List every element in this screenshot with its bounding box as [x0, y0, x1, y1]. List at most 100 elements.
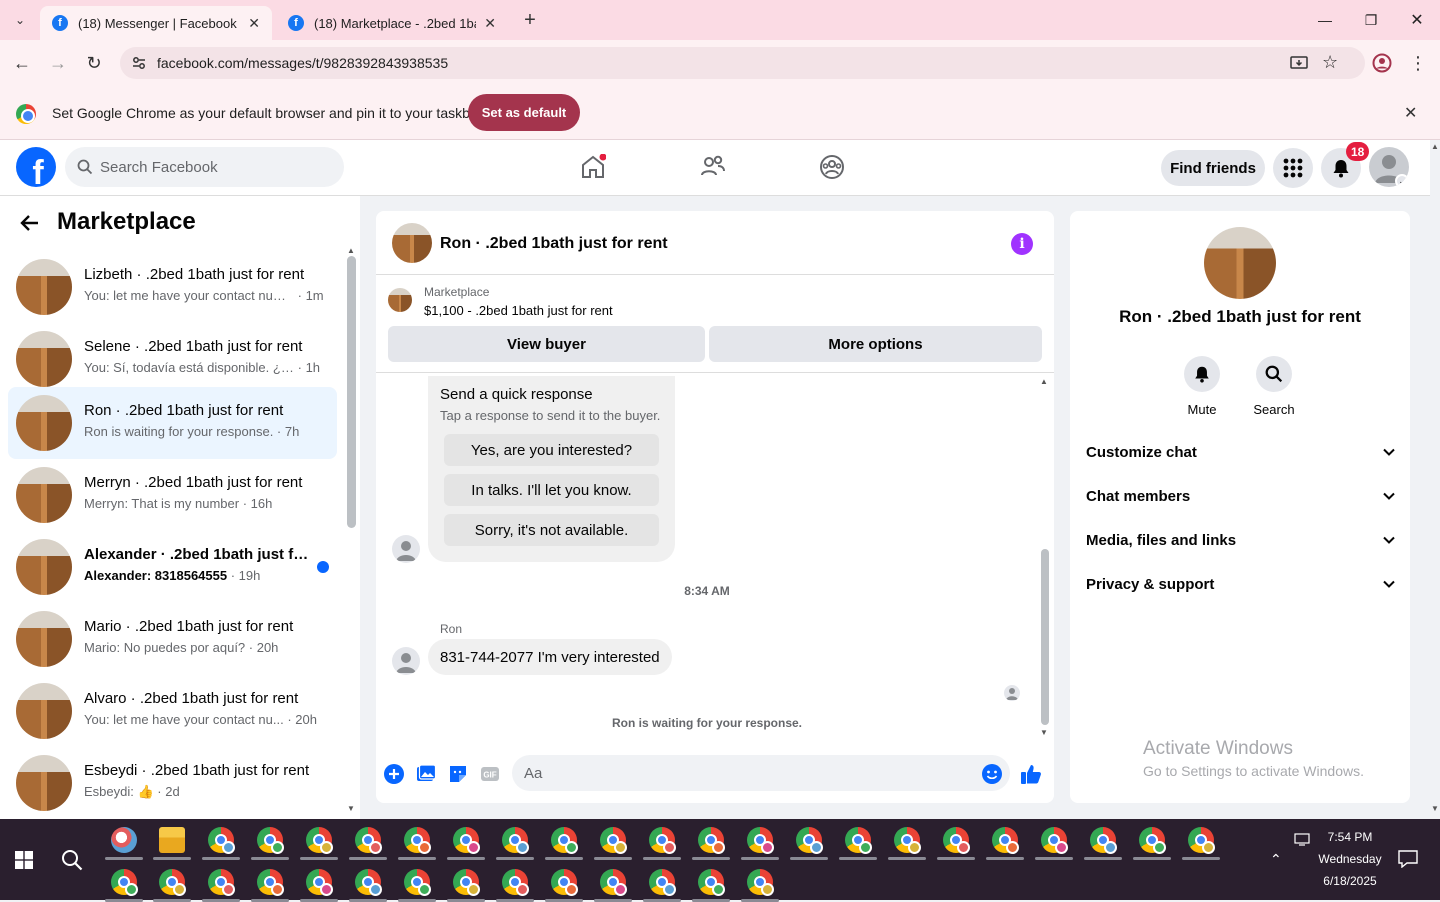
chrome-taskbar-icon[interactable]	[796, 827, 823, 854]
quick-response-interested-button[interactable]: Yes, are you interested?	[444, 434, 659, 466]
chrome-taskbar-icon[interactable]	[208, 827, 235, 854]
window-close-icon[interactable]: ✕	[1397, 6, 1437, 34]
chat-scrollbar[interactable]	[1041, 549, 1049, 725]
listing-price-title[interactable]: $1,100 - .2bed 1bath just for rent	[424, 303, 613, 318]
listing-thumbnail[interactable]	[1204, 227, 1276, 299]
chat-title[interactable]: Ron · .2bed 1bath just for rent	[440, 235, 668, 253]
facebook-logo-icon[interactable]: f	[16, 147, 56, 187]
chrome-taskbar-icon[interactable]	[943, 827, 970, 854]
chrome-taskbar-icon[interactable]	[649, 827, 676, 854]
conversation-item[interactable]: Lizbeth · .2bed 1bath just for rent You:…	[8, 251, 337, 323]
sender-avatar[interactable]	[392, 647, 420, 675]
chrome-taskbar-icon[interactable]	[747, 869, 774, 896]
chrome-taskbar-icon[interactable]	[306, 827, 333, 854]
sender-avatar[interactable]	[392, 535, 420, 563]
chrome-taskbar-icon[interactable]	[698, 869, 725, 896]
gif-icon[interactable]: GIF	[479, 763, 501, 785]
menu-grid-icon[interactable]	[1273, 148, 1313, 188]
conversation-item-unread[interactable]: Alexander · .2bed 1bath just fo... Alexa…	[8, 531, 337, 603]
back-arrow-icon[interactable]	[20, 213, 40, 233]
home-icon[interactable]	[576, 150, 610, 184]
chat-members-section[interactable]: Chat members	[1086, 474, 1396, 518]
like-thumbs-up-icon[interactable]	[1020, 763, 1042, 785]
chrome-taskbar-icon[interactable]	[355, 827, 382, 854]
conversation-list-scrollbar[interactable]	[347, 256, 356, 528]
chrome-taskbar-icon[interactable]	[208, 869, 235, 896]
tab-search-chevron-icon[interactable]: ⌄	[6, 6, 34, 34]
network-icon[interactable]	[1294, 831, 1310, 847]
sticker-icon[interactable]	[447, 763, 469, 785]
chrome-taskbar-icon[interactable]	[453, 827, 480, 854]
scroll-down-icon[interactable]: ▼	[347, 804, 355, 813]
message-bubble[interactable]: 831-744-2077 I'm very interested	[428, 639, 672, 675]
more-actions-plus-icon[interactable]	[383, 763, 405, 785]
tab-close-icon[interactable]: ✕	[248, 15, 260, 32]
groups-icon[interactable]	[815, 150, 849, 184]
tray-chevron-up-icon[interactable]: ⌃	[1270, 851, 1282, 868]
taskbar-day[interactable]: Wednesday	[1310, 852, 1390, 866]
windows-start-icon[interactable]	[15, 851, 33, 869]
scroll-up-icon[interactable]: ▲	[347, 246, 355, 255]
taskbar-time[interactable]: 7:54 PM	[1318, 830, 1382, 844]
chrome-taskbar-icon[interactable]	[747, 827, 774, 854]
bookmark-star-icon[interactable]: ☆	[1322, 52, 1338, 73]
chrome-taskbar-icon[interactable]	[698, 827, 725, 854]
quick-response-not-available-button[interactable]: Sorry, it's not available.	[444, 514, 659, 546]
chrome-taskbar-icon[interactable]	[502, 827, 529, 854]
profile-icon[interactable]	[1368, 49, 1396, 77]
chrome-taskbar-icon[interactable]	[159, 869, 186, 896]
privacy-support-section[interactable]: Privacy & support	[1086, 562, 1396, 606]
set-as-default-button[interactable]: Set as default	[468, 94, 580, 131]
chrome-taskbar-icon[interactable]	[551, 869, 578, 896]
chrome-taskbar-icon[interactable]	[404, 869, 431, 896]
facebook-search-input[interactable]: Search Facebook	[65, 147, 344, 187]
conversation-item-selected[interactable]: Ron · .2bed 1bath just for rent Ron is w…	[8, 387, 337, 459]
reload-icon[interactable]: ↻	[80, 49, 108, 77]
restore-icon[interactable]: ❐	[1351, 6, 1391, 34]
mute-button[interactable]: Mute	[1172, 356, 1232, 417]
minimize-icon[interactable]: —	[1305, 6, 1345, 34]
conversation-info-icon[interactable]: i	[1011, 233, 1033, 255]
chrome-taskbar-icon[interactable]	[551, 827, 578, 854]
paint-app-icon[interactable]	[111, 827, 137, 853]
conversation-item[interactable]: Esbeydi · .2bed 1bath just for rent Esbe…	[8, 747, 337, 819]
chrome-taskbar-icon[interactable]	[649, 869, 676, 896]
site-info-icon[interactable]	[131, 55, 147, 71]
chrome-menu-icon[interactable]: ⋮	[1404, 49, 1432, 77]
tab-close-icon[interactable]: ✕	[484, 15, 496, 32]
find-friends-button[interactable]: Find friends	[1161, 150, 1265, 186]
taskbar-date[interactable]: 6/18/2025	[1310, 874, 1390, 888]
file-explorer-icon[interactable]	[159, 827, 185, 853]
more-options-button[interactable]: More options	[709, 326, 1042, 362]
chrome-taskbar-icon[interactable]	[1041, 827, 1068, 854]
quick-response-in-talks-button[interactable]: In talks. I'll let you know.	[444, 474, 659, 506]
conversation-item[interactable]: Selene · .2bed 1bath just for rent You: …	[8, 323, 337, 395]
chrome-taskbar-icon[interactable]	[600, 827, 627, 854]
back-arrow-icon[interactable]: ←	[8, 49, 36, 77]
chrome-taskbar-icon[interactable]	[1139, 827, 1166, 854]
account-chevron-icon[interactable]: ⌄	[1395, 174, 1409, 187]
chrome-taskbar-icon[interactable]	[257, 827, 284, 854]
chrome-taskbar-icon[interactable]	[845, 827, 872, 854]
chrome-taskbar-icon[interactable]	[453, 869, 480, 896]
address-bar[interactable]: facebook.com/messages/t/9828392843938535…	[120, 47, 1365, 79]
chrome-taskbar-icon[interactable]	[502, 869, 529, 896]
chrome-taskbar-icon[interactable]	[111, 869, 138, 896]
taskbar-search-icon[interactable]	[61, 849, 83, 871]
chrome-taskbar-icon[interactable]	[600, 869, 627, 896]
conversation-item[interactable]: Mario · .2bed 1bath just for rent Mario:…	[8, 603, 337, 675]
chrome-taskbar-icon[interactable]	[894, 827, 921, 854]
notifications-center-icon[interactable]	[1398, 850, 1418, 868]
chrome-taskbar-icon[interactable]	[1090, 827, 1117, 854]
attach-photo-icon[interactable]	[415, 763, 437, 785]
page-scroll-down-icon[interactable]: ▼	[1431, 804, 1439, 813]
account-avatar[interactable]: ⌄	[1369, 147, 1409, 187]
chat-scroll-up-icon[interactable]: ▲	[1040, 377, 1048, 386]
media-files-links-section[interactable]: Media, files and links	[1086, 518, 1396, 562]
page-scrollbar[interactable]: ▲ ▼	[1430, 140, 1440, 819]
listing-thumbnail[interactable]	[392, 223, 432, 263]
chrome-taskbar-icon[interactable]	[355, 869, 382, 896]
conversation-item[interactable]: Merryn · .2bed 1bath just for rent Merry…	[8, 459, 337, 531]
message-input[interactable]	[512, 755, 1010, 791]
chrome-taskbar-icon[interactable]	[404, 827, 431, 854]
